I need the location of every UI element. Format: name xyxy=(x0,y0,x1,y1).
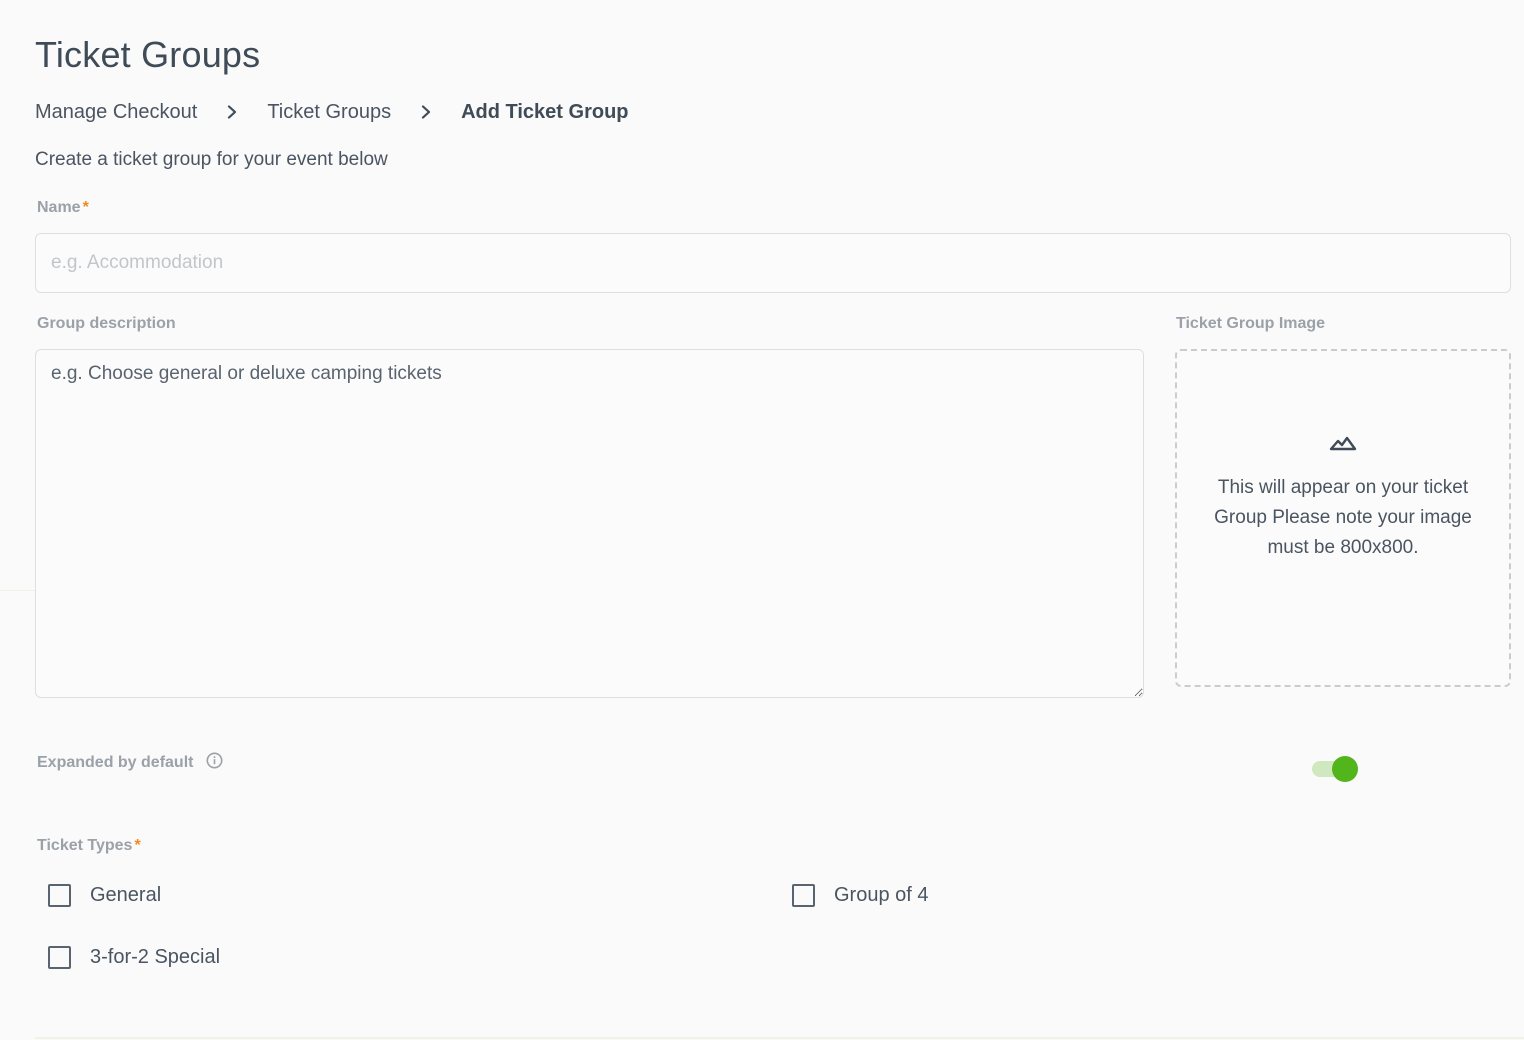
chevron-right-icon xyxy=(197,105,267,119)
ticket-type-group-of-4[interactable]: Group of 4 xyxy=(792,884,929,907)
page: Ticket Groups Manage Checkout Ticket Gro… xyxy=(0,0,1524,1040)
ticket-type-3-for-2-special[interactable]: 3-for-2 Special xyxy=(48,946,220,969)
divider xyxy=(0,590,35,591)
group-description-label: Group description xyxy=(37,315,176,332)
info-icon[interactable] xyxy=(206,752,223,769)
ticket-group-image-upload[interactable]: This will appear on your ticket Group Pl… xyxy=(1175,349,1511,687)
ticket-types-label-text: Ticket Types xyxy=(37,837,133,854)
toggle-thumb xyxy=(1332,756,1358,782)
expanded-by-default-label: Expanded by default xyxy=(37,752,223,772)
ticket-type-label: 3-for-2 Special xyxy=(90,946,221,968)
checkbox[interactable] xyxy=(792,884,815,907)
expanded-label-text: Expanded by default xyxy=(37,754,194,771)
name-label-text: Name xyxy=(37,199,81,216)
chevron-right-icon xyxy=(391,105,461,119)
breadcrumb: Manage Checkout Ticket Groups Add Ticket… xyxy=(35,98,629,126)
breadcrumb-ticket-groups[interactable]: Ticket Groups xyxy=(267,101,391,124)
image-upload-hint: This will appear on your ticket Group Pl… xyxy=(1214,477,1472,558)
required-mark: * xyxy=(134,837,141,854)
page-title: Ticket Groups xyxy=(35,34,261,75)
breadcrumb-add-ticket-group: Add Ticket Group xyxy=(461,100,629,123)
ticket-type-general[interactable]: General xyxy=(48,884,161,907)
ticket-type-label: Group of 4 xyxy=(834,884,929,906)
ticket-types-label: Ticket Types * xyxy=(37,837,141,855)
ticket-type-label: General xyxy=(90,884,162,906)
name-label: Name * xyxy=(37,199,89,217)
required-mark: * xyxy=(82,199,89,216)
intro-text: Create a ticket group for your event bel… xyxy=(35,149,388,170)
checkbox[interactable] xyxy=(48,884,71,907)
expanded-by-default-toggle[interactable] xyxy=(1312,756,1360,782)
bottom-divider xyxy=(35,1037,1524,1039)
name-input[interactable] xyxy=(35,233,1511,293)
ticket-group-image-label: Ticket Group Image xyxy=(1176,315,1326,332)
group-description-input[interactable] xyxy=(35,349,1144,698)
checkbox[interactable] xyxy=(48,946,71,969)
breadcrumb-manage-checkout[interactable]: Manage Checkout xyxy=(35,101,197,124)
mountain-image-icon xyxy=(1329,436,1357,451)
